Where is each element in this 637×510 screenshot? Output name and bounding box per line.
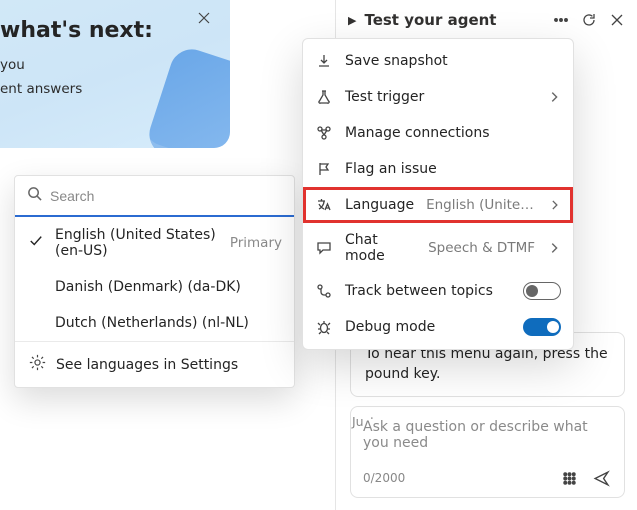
- close-icon[interactable]: [196, 10, 216, 30]
- composer: 0/2000: [350, 406, 625, 498]
- composer-input[interactable]: [363, 419, 612, 459]
- chevron-right-icon: [547, 90, 561, 104]
- refresh-icon[interactable]: [579, 10, 599, 30]
- chevron-right-icon: [548, 198, 561, 212]
- menu-manage-connections[interactable]: Manage connections: [303, 115, 573, 151]
- menu-label: Language: [345, 197, 414, 213]
- language-search-input[interactable]: [50, 188, 282, 204]
- flask-icon: [315, 88, 333, 106]
- menu-language[interactable]: Language English (United …: [303, 187, 573, 223]
- panel-more-menu: Save snapshot Test trigger Manage connec…: [302, 38, 574, 350]
- debug-toggle[interactable]: [523, 318, 561, 336]
- test-agent-panel: ▶ Test your agent Save snapshot Test tri…: [335, 0, 637, 510]
- chevron-right-icon: [547, 241, 561, 255]
- bug-icon: [315, 318, 333, 336]
- composer-bar: 0/2000: [363, 467, 612, 489]
- menu-label: Track between topics: [345, 283, 511, 299]
- language-option[interactable]: Danish (Denmark) (da-DK): [15, 269, 294, 305]
- panel-header: ▶ Test your agent: [336, 0, 637, 40]
- language-dropdown: English (United States) (en-US) Primary …: [14, 175, 295, 388]
- track-toggle[interactable]: [523, 282, 561, 300]
- language-option[interactable]: English (United States) (en-US) Primary: [15, 217, 294, 269]
- language-option-badge: Primary: [230, 235, 282, 251]
- menu-save-snapshot[interactable]: Save snapshot: [303, 43, 573, 79]
- panel-title: Test your agent: [364, 11, 543, 29]
- chat-icon: [315, 239, 333, 257]
- language-search-row: [15, 176, 294, 217]
- language-icon: [315, 196, 333, 214]
- menu-debug-mode[interactable]: Debug mode: [303, 309, 573, 345]
- menu-track-topics[interactable]: Track between topics: [303, 273, 573, 309]
- menu-value: Speech & DTMF: [428, 240, 535, 256]
- track-icon: [315, 282, 333, 300]
- keypad-icon[interactable]: [558, 467, 580, 489]
- caret-right-icon[interactable]: ▶: [348, 14, 356, 27]
- close-panel-icon[interactable]: [607, 10, 627, 30]
- language-option-label: Danish (Denmark) (da-DK): [55, 279, 282, 295]
- menu-label: Flag an issue: [345, 161, 561, 177]
- more-icon[interactable]: [551, 10, 571, 30]
- search-icon: [27, 186, 42, 205]
- see-languages-settings[interactable]: See languages in Settings: [15, 341, 294, 387]
- flag-icon: [315, 160, 333, 178]
- check-icon: [29, 234, 45, 252]
- send-icon[interactable]: [590, 467, 612, 489]
- menu-label: Test trigger: [345, 89, 535, 105]
- menu-chat-mode[interactable]: Chat mode Speech & DTMF: [303, 223, 573, 273]
- hero-card: what's next: you ent answers: [0, 0, 230, 148]
- menu-value: English (United …: [426, 197, 536, 213]
- language-option-label: Dutch (Netherlands) (nl-NL): [55, 315, 282, 331]
- menu-test-trigger[interactable]: Test trigger: [303, 79, 573, 115]
- menu-label: Chat mode: [345, 232, 416, 264]
- gear-icon: [29, 354, 46, 375]
- menu-label: Save snapshot: [345, 53, 561, 69]
- menu-label: Debug mode: [345, 319, 511, 335]
- connections-icon: [315, 124, 333, 142]
- menu-flag-issue[interactable]: Flag an issue: [303, 151, 573, 187]
- language-option[interactable]: Dutch (Netherlands) (nl-NL): [15, 305, 294, 341]
- see-languages-label: See languages in Settings: [56, 357, 238, 373]
- language-option-label: English (United States) (en-US): [55, 227, 220, 259]
- char-counter: 0/2000: [363, 471, 548, 485]
- download-icon: [315, 52, 333, 70]
- menu-label: Manage connections: [345, 125, 561, 141]
